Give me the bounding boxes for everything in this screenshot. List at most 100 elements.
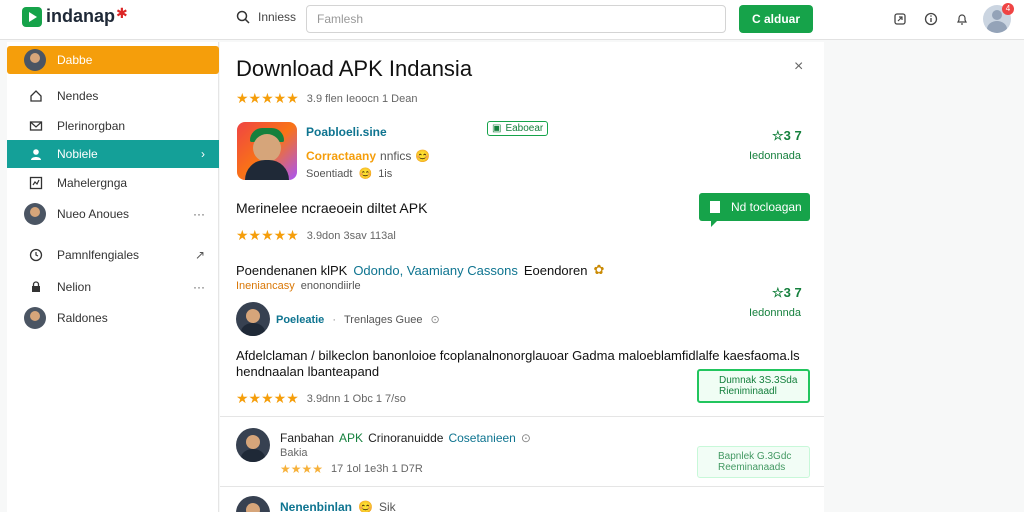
search-input[interactable] (306, 5, 726, 33)
sidebar-item-plerinorgban[interactable]: Plerinorgban (7, 112, 219, 140)
emoji-icon: 😊 (358, 168, 373, 180)
button-line-1: Dumnak 3S.3Sda (719, 375, 798, 386)
star-rating: ★★★★★ (236, 227, 299, 243)
sub-link[interactable]: Ineniancasy (236, 280, 295, 292)
sidebar-item-raldones[interactable]: Raldones (7, 304, 219, 332)
sidebar-item-label: Plerinorgban (57, 119, 126, 133)
tag-label: Eaboear (505, 123, 544, 134)
app-score-label: Iedonnada (749, 150, 801, 162)
emoji-icon: 😊 (358, 500, 373, 512)
app-score: ☆3 7 (772, 128, 802, 143)
download-size-button[interactable]: Dumnak 3S.3Sda Rieniminaadl (697, 369, 810, 403)
rating-meta: 3.9dnn 1 Obc 1 7/so (306, 392, 406, 405)
lock-icon (25, 276, 47, 298)
sidebar-item-dabbe[interactable]: Dabbe (7, 46, 219, 74)
button-line-2: Reeminanaads (718, 462, 786, 473)
download-size-button[interactable]: Bapnlek G.3Gdc Reeminanaads (697, 446, 810, 478)
share-icon[interactable] (891, 10, 909, 28)
line-start: Poendenanen klPK (236, 262, 348, 278)
star-rating: ★★★★★ (236, 390, 299, 406)
author-name[interactable]: Poeleatie (276, 314, 324, 326)
sub-rest: enonondiirle (300, 280, 361, 292)
sidebar-item-label: Nendes (57, 89, 99, 103)
title-link[interactable]: Nenenbinlan (280, 500, 352, 512)
play-logo-icon (22, 6, 42, 27)
sidebar-item-nueo-anoues[interactable]: Nueo Anoues ··· (7, 200, 219, 228)
sidebar-item-label: Pamnlfengiales (57, 248, 140, 262)
info-icon[interactable] (922, 10, 940, 28)
home-icon (25, 85, 47, 107)
section2-sub: Ineniancasy enonondiirle (236, 280, 361, 292)
external-link-icon[interactable]: ↗ (195, 248, 205, 262)
sidebar-item-label: Mahelergnga (57, 176, 128, 190)
top-bar: indanap ✱ Inniess C alduar 4 (0, 0, 1024, 40)
app-name[interactable]: Poabloeli.sine (306, 125, 387, 139)
user-icon (25, 143, 47, 165)
description-line-2: hendnaalan lbanteapand (236, 364, 380, 379)
star-rating: ★★★★★ (236, 90, 299, 106)
author-avatar[interactable] (236, 428, 270, 462)
divider (220, 486, 824, 487)
search-label-text: Inniess (258, 10, 297, 24)
author-meta: Trenlages Guee (343, 313, 423, 326)
sidebar: Dabbe Nendes Plerinorgban Nobiele › Mahe… (7, 42, 219, 512)
sidebar-item-pamnlfengiales[interactable]: Pamnlfengiales ↗ (7, 241, 219, 269)
title-link[interactable]: Cosetanieen (448, 431, 515, 445)
sidebar-item-label: Nobiele (57, 147, 98, 161)
title-apk: APK (339, 431, 364, 445)
title-start: Fanbahan (280, 431, 335, 445)
clock-icon (25, 244, 47, 266)
developer-suffix: nnfics (380, 149, 412, 163)
button-line-2: Rieniminaadl (719, 386, 777, 397)
file-icon (710, 201, 720, 213)
section4-sub: Bakia (280, 447, 308, 459)
close-icon[interactable]: × (794, 58, 803, 76)
more-icon[interactable]: ··· (193, 207, 205, 221)
category-tag[interactable]: ▣ Eaboear (487, 121, 549, 136)
avatar (24, 307, 46, 329)
search-label[interactable]: Inniess (236, 10, 296, 24)
app-icon[interactable] (237, 122, 297, 180)
line-end: Eoendoren (523, 262, 588, 278)
sidebar-item-mahelergnga[interactable]: Mahelergnga (7, 169, 219, 197)
sidebar-item-nobiele[interactable]: Nobiele › (7, 140, 219, 168)
app-developer: Corractaany nnfics 😊 (306, 149, 430, 163)
sidebar-item-label: Nueo Anoues (57, 207, 130, 221)
section2-score-label: Iedonnnda (749, 307, 801, 319)
author-row: Poeleatie · Trenlages Guee ⊙ (276, 313, 440, 327)
sidebar-item-nendes[interactable]: Nendes (7, 82, 219, 110)
brand-name: indanap (46, 6, 116, 26)
developer-name[interactable]: Corractaany (306, 149, 376, 163)
bell-icon[interactable] (953, 10, 971, 28)
chart-icon (25, 172, 47, 194)
download-button[interactable]: Nd tocloagan (699, 193, 810, 227)
author-avatar[interactable] (236, 302, 270, 336)
download-label: Nd tocloagan (731, 200, 802, 214)
right-gutter (824, 42, 1024, 512)
avatar (24, 49, 46, 71)
sidebar-item-nelion[interactable]: Nelion ··· (7, 273, 219, 301)
page-title: Download APK Indansia (236, 56, 473, 81)
section2-line: Poendenanen klPK Odondo, Vaamiany Casson… (236, 262, 604, 278)
rating-meta: 3.9 flen Ieoocn 1 Dean (306, 92, 418, 105)
rating-row: ★★★★★ 3.9dnn 1 Obc 1 7/so (236, 390, 406, 407)
section-heading: Merinelee ncraeoein diltet APK (236, 200, 428, 216)
search-button[interactable]: C alduar (739, 5, 813, 33)
chevron-right-icon: › (201, 147, 205, 161)
verified-icon: ⊙ (430, 314, 440, 326)
divider (220, 416, 824, 417)
search-icon (236, 10, 250, 24)
button-line-1: Bapnlek G.3Gdc (718, 451, 792, 462)
brand-mark: ✱ (116, 5, 128, 21)
title-mid: Crinoranuidde (368, 431, 444, 445)
brand-logo[interactable]: indanap ✱ (22, 5, 128, 27)
notification-badge: 4 (1002, 3, 1014, 15)
app-sub-suffix: 1is (378, 167, 393, 180)
line-link[interactable]: Odondo, Vaamiany Cassons (353, 263, 518, 278)
verified-icon: ⊙ (520, 431, 531, 445)
rating-row: ★★★★★ 3.9don 3sav 113al (236, 227, 396, 244)
sidebar-item-label: Dabbe (57, 53, 93, 67)
more-icon[interactable]: ··· (193, 280, 205, 294)
tag-icon: ▣ (492, 123, 502, 134)
rating-row: ★★★★★ 3.9 flen Ieoocn 1 Dean (236, 90, 417, 107)
